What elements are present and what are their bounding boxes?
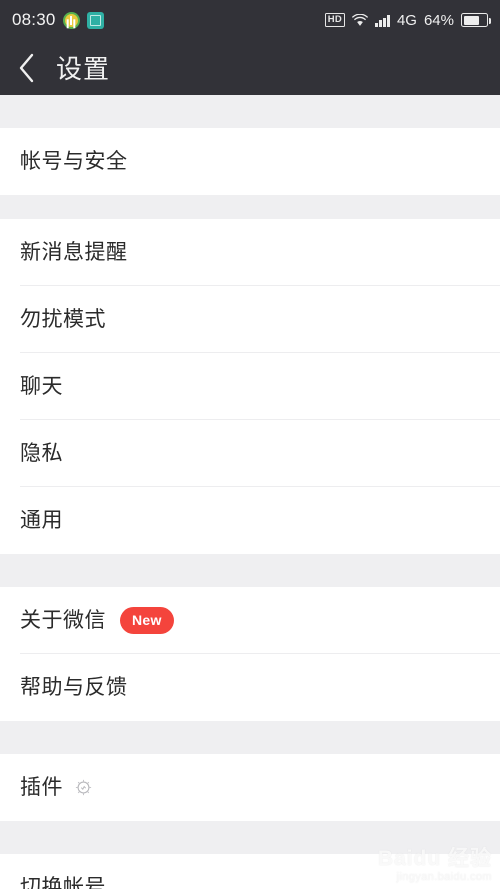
row-label: 关于微信	[20, 609, 106, 632]
settings-list: 帐号与安全 新消息提醒 勿扰模式 聊天 隐私 通用 关于微信 New 帮助与反馈…	[0, 95, 500, 889]
battery-percent-label: 64%	[423, 11, 454, 29]
section-gap	[0, 95, 500, 128]
battery-icon	[461, 13, 491, 27]
row-label: 聊天	[20, 375, 63, 398]
settings-group-about: 关于微信 New 帮助与反馈	[0, 587, 500, 721]
phone-screen: 08:30 HD 4G 64% 设置 帐号与安全 新消息提醒 勿扰模式 聊天 隐…	[0, 0, 500, 889]
settings-row-new-message-notify[interactable]: 新消息提醒	[0, 219, 500, 286]
hd-badge-icon: HD	[324, 12, 346, 28]
page-title: 设置	[56, 54, 111, 84]
signal-bars-icon	[375, 14, 390, 27]
row-label: 帮助与反馈	[20, 676, 128, 699]
settings-row-account-security[interactable]: 帐号与安全	[0, 128, 500, 195]
nav-bar: 设置	[0, 40, 500, 95]
settings-group-account: 帐号与安全	[0, 128, 500, 195]
row-label: 帐号与安全	[20, 150, 128, 173]
settings-group-switch: 切换帐号	[0, 854, 500, 889]
settings-row-privacy[interactable]: 隐私	[0, 420, 500, 487]
screen-recorder-icon	[86, 11, 104, 29]
status-badge-new: New	[120, 606, 174, 635]
status-clock: 08:30	[12, 10, 56, 29]
row-label: 新消息提醒	[20, 241, 128, 264]
settings-group-notifications: 新消息提醒 勿扰模式 聊天 隐私 通用	[0, 219, 500, 554]
lightbulb-icon	[75, 779, 92, 796]
settings-row-switch-account[interactable]: 切换帐号	[0, 854, 500, 889]
settings-row-about-wechat[interactable]: 关于微信 New	[0, 587, 500, 654]
settings-row-chat[interactable]: 聊天	[0, 353, 500, 420]
status-bar-left: 08:30	[12, 10, 104, 30]
settings-group-plugins: 插件	[0, 754, 500, 821]
row-label: 隐私	[20, 442, 63, 465]
settings-row-help-feedback[interactable]: 帮助与反馈	[0, 654, 500, 721]
section-gap	[0, 554, 500, 587]
settings-row-do-not-disturb[interactable]: 勿扰模式	[0, 286, 500, 353]
plus-circle-icon	[62, 11, 80, 29]
settings-row-plugins[interactable]: 插件	[0, 754, 500, 821]
section-gap	[0, 721, 500, 754]
section-gap	[0, 821, 500, 854]
network-type-label: 4G	[396, 11, 417, 29]
section-gap	[0, 195, 500, 219]
row-label: 切换帐号	[20, 876, 106, 889]
back-chevron-icon[interactable]	[0, 40, 54, 95]
wifi-icon	[352, 13, 368, 27]
row-label: 插件	[20, 776, 63, 799]
status-bar-right: HD 4G 64%	[324, 11, 491, 29]
settings-row-general[interactable]: 通用	[0, 487, 500, 554]
status-bar: 08:30 HD 4G 64%	[0, 0, 500, 40]
row-label: 勿扰模式	[20, 308, 106, 331]
row-label: 通用	[20, 509, 63, 532]
